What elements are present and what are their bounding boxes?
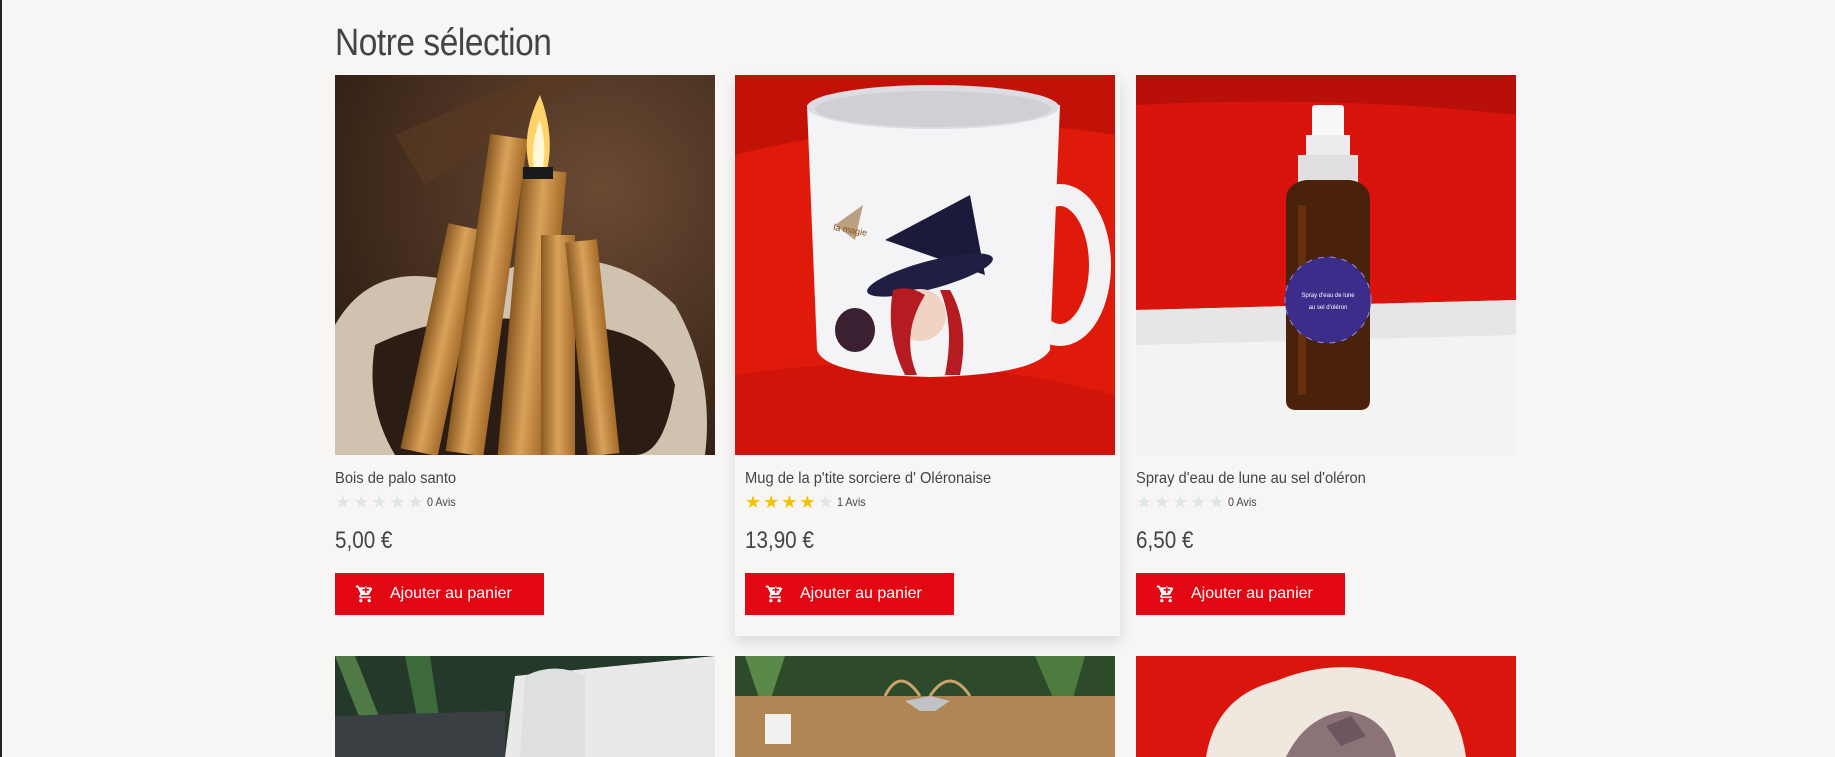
product-image[interactable] xyxy=(335,75,715,455)
product-rating: ★ ★ ★ ★ ★ 0 Avis xyxy=(1136,493,1516,511)
star-icon: ★ xyxy=(781,492,798,512)
review-count: 0 Avis xyxy=(426,495,456,509)
product-name[interactable]: Spray d'eau de lune au sel d'oléron xyxy=(1136,470,1486,488)
star-icon: ★ xyxy=(1154,492,1171,512)
add-to-cart-button[interactable]: Ajouter au panier xyxy=(1136,573,1345,615)
product-price: 13,90 € xyxy=(745,527,814,554)
cart-plus-icon xyxy=(355,584,375,604)
star-icon: ★ xyxy=(1172,492,1189,512)
add-to-cart-button[interactable]: Ajouter au panier xyxy=(745,573,954,615)
star-icon: ★ xyxy=(371,492,388,512)
star-icon: ★ xyxy=(745,492,762,512)
cart-plus-icon xyxy=(765,584,785,604)
product-image[interactable] xyxy=(335,656,715,757)
add-to-cart-label: Ajouter au panier xyxy=(1191,585,1313,602)
product-name[interactable]: Bois de palo santo xyxy=(335,470,685,488)
product-price: 5,00 € xyxy=(335,527,393,554)
product-image[interactable]: Spray d'eau de lune au sel d'oléron xyxy=(1136,75,1516,455)
product-image[interactable] xyxy=(735,656,1115,757)
star-icon: ★ xyxy=(353,492,370,512)
product-card: la magie Mug de la p'tite sorciere d' Ol… xyxy=(735,75,1120,636)
star-icon: ★ xyxy=(407,492,424,512)
product-name[interactable]: Mug de la p'tite sorciere d' Oléronaise xyxy=(745,470,1090,488)
add-to-cart-label: Ajouter au panier xyxy=(800,585,922,602)
review-count: 1 Avis xyxy=(836,495,866,509)
add-to-cart-button[interactable]: Ajouter au panier xyxy=(335,573,544,615)
star-icon: ★ xyxy=(1208,492,1225,512)
cart-plus-icon xyxy=(1156,584,1176,604)
star-icon: ★ xyxy=(335,492,352,512)
svg-text:au sel d'oléron: au sel d'oléron xyxy=(1309,305,1348,311)
product-image[interactable] xyxy=(1136,656,1516,757)
star-icon: ★ xyxy=(763,492,780,512)
star-icon: ★ xyxy=(389,492,406,512)
star-icon: ★ xyxy=(1136,492,1153,512)
product-price: 6,50 € xyxy=(1136,527,1194,554)
product-rating: ★ ★ ★ ★ ★ 1 Avis xyxy=(745,493,1120,511)
star-icon: ★ xyxy=(799,492,816,512)
star-icon: ★ xyxy=(1190,492,1207,512)
product-rating: ★ ★ ★ ★ ★ 0 Avis xyxy=(335,493,715,511)
svg-text:Spray d'eau de lune: Spray d'eau de lune xyxy=(1301,293,1355,299)
product-image[interactable]: la magie xyxy=(735,75,1115,455)
product-card: Bois de palo santo ★ ★ ★ ★ ★ 0 Avis 5,00… xyxy=(335,75,715,615)
review-count: 0 Avis xyxy=(1227,495,1257,509)
section-title: Notre sélection xyxy=(335,22,552,64)
product-card: Spray d'eau de lune au sel d'oléron Spra… xyxy=(1136,75,1516,615)
star-icon: ★ xyxy=(817,492,834,512)
add-to-cart-label: Ajouter au panier xyxy=(390,585,512,602)
